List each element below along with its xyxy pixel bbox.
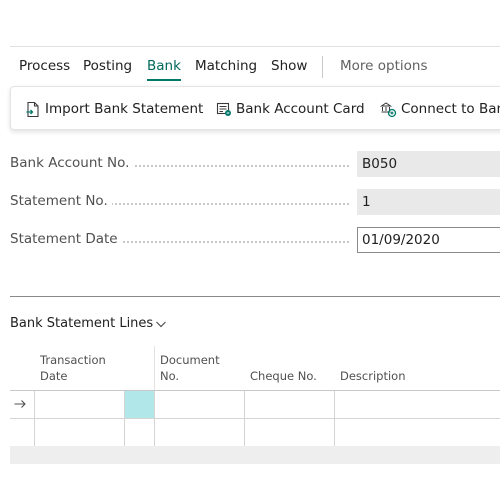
grid-body [10,390,500,447]
statement-no-value: 1 [357,189,500,215]
statement-date-input[interactable]: 01/09/2020 [357,227,500,253]
menu-separator [322,56,323,78]
statement-date-label: Statement Date [10,231,122,247]
bank-statement-lines-title: Bank Statement Lines [10,316,154,331]
statement-no-row: Statement No. 1 [10,189,500,215]
connect-to-bank-button[interactable]: Connect to Bank [380,99,500,119]
transaction-date-cell[interactable] [35,391,125,418]
action-menu-bar: Process Posting Bank Matching Show More … [10,56,500,81]
menu-posting[interactable]: Posting [83,56,132,76]
chevron-down-icon [156,321,167,327]
header-separator [154,346,155,390]
document-no-cell[interactable] [155,419,245,446]
table-row[interactable] [10,419,500,447]
bank-account-no-row: Bank Account No. B050 [10,151,500,177]
bank-account-card-label: Bank Account Card [236,101,365,117]
col-document-no[interactable]: Document No. [160,352,220,384]
col-transaction-date-line2: Date [40,369,68,383]
row-indicator-cell[interactable] [10,419,35,446]
connect-to-bank-label: Connect to Bank [401,101,500,117]
cheque-no-cell[interactable] [245,391,335,418]
bank-connect-icon [380,101,397,117]
menu-process[interactable]: Process [19,56,70,76]
action-ribbon: Import Bank Statement Bank Account Card … [10,86,500,130]
col-transaction-date[interactable]: Transaction Date [40,352,106,384]
bank-account-no-value: B050 [357,151,500,177]
document-import-icon [26,101,39,117]
menu-bank[interactable]: Bank [147,56,181,81]
row-indicator-cell[interactable] [10,391,35,418]
statement-date-row: Statement Date 01/09/2020 [10,227,500,253]
bank-card-icon [216,102,231,116]
transaction-date-cell[interactable] [35,419,125,446]
bank-statement-lines-header[interactable]: Bank Statement Lines [10,316,167,331]
bank-account-no-label: Bank Account No. [10,155,134,171]
grid-footer-bar [10,446,500,464]
table-row[interactable] [10,391,500,419]
col-document-no-line2: No. [160,369,180,383]
grid-cell[interactable] [125,419,155,446]
cheque-no-cell[interactable] [245,419,335,446]
document-no-cell[interactable] [155,391,245,418]
import-bank-statement-label: Import Bank Statement [45,101,204,117]
menu-show[interactable]: Show [271,56,307,76]
col-description[interactable]: Description [340,368,406,384]
col-cheque-no[interactable]: Cheque No. [250,368,317,384]
menu-matching[interactable]: Matching [195,56,257,76]
import-bank-statement-button[interactable]: Import Bank Statement [25,99,203,119]
selected-cell[interactable] [125,391,155,418]
section-divider [10,296,500,297]
statement-no-label: Statement No. [10,193,112,209]
col-document-no-line1: Document [160,353,220,367]
top-divider [10,46,500,47]
bank-account-card-button[interactable]: Bank Account Card [216,99,365,119]
col-transaction-date-line1: Transaction [40,353,106,367]
menu-more-options[interactable]: More options [340,56,427,76]
